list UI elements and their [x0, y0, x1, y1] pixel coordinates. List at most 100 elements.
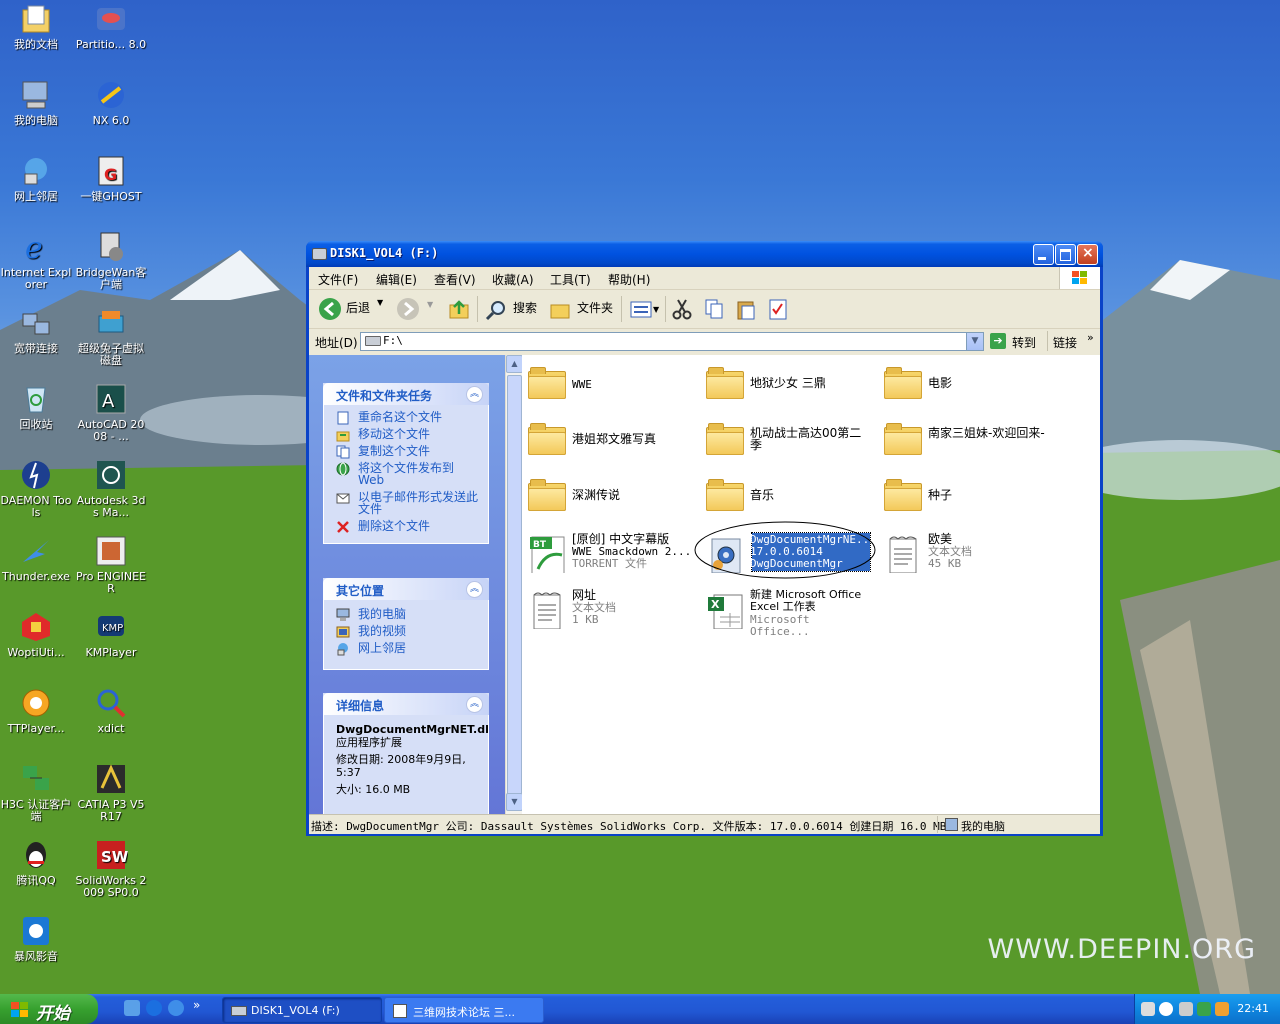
desktop-icon-daemon-tools[interactable]: DAEMON Tools: [0, 458, 72, 519]
back-button[interactable]: 后退 ▼: [317, 294, 385, 324]
taskbar-task-browser[interactable]: 三维网技术论坛 三...: [384, 997, 544, 1023]
details-header[interactable]: 详细信息 ︽: [323, 693, 489, 715]
maximize-button[interactable]: [1055, 244, 1076, 265]
scroll-up-button[interactable]: ▲: [506, 355, 523, 373]
svg-text:SW: SW: [101, 848, 128, 866]
go-button[interactable]: ➔ 转到: [988, 331, 1044, 351]
desktop-icon-ie[interactable]: e Internet Explorer: [0, 230, 72, 291]
search-button[interactable]: 搜索: [483, 294, 541, 324]
tray-network-icon[interactable]: [1197, 1002, 1211, 1016]
desktop-icon-solidworks[interactable]: SW SolidWorks 2009 SP0.0: [75, 838, 147, 899]
window-titlebar[interactable]: DISK1_VOL4 (F:) ×: [306, 241, 1103, 267]
desktop-icon-thunder[interactable]: Thunder.exe: [0, 534, 72, 583]
address-dropdown-button[interactable]: ▼: [966, 333, 983, 350]
text-file-item[interactable]: 欧美 文本文档 45 KB: [878, 529, 1048, 579]
desktop-icon-partition-magic[interactable]: Partitio... 8.0: [75, 2, 147, 51]
dll-file-item-selected[interactable]: DwgDocumentMgrNE... 17.0.0.6014 DwgDocum…: [694, 521, 876, 579]
menu-view[interactable]: 查看(V): [434, 271, 476, 288]
folder-item[interactable]: 机动战士高达00第二季: [700, 417, 870, 467]
folder-item[interactable]: WWE: [522, 361, 692, 411]
text-file-item[interactable]: 网址 文本文档 1 KB: [522, 585, 692, 635]
folder-item[interactable]: 电影: [878, 361, 1048, 411]
desktop-icon-my-computer[interactable]: 我的电脑: [0, 78, 72, 127]
tray-arrow-icon[interactable]: [1159, 1002, 1173, 1016]
quicklaunch-media-icon[interactable]: [168, 1000, 184, 1016]
menu-favorites[interactable]: 收藏(A): [492, 271, 534, 288]
menu-file[interactable]: 文件(F): [318, 271, 358, 288]
desktop-icon-kmplayer[interactable]: KMP KMPlayer: [75, 610, 147, 659]
paste-button[interactable]: [735, 298, 757, 320]
desktop-icon-3dsmax[interactable]: Autodesk 3ds Ma...: [75, 458, 147, 519]
folders-button[interactable]: 文件夹: [547, 294, 613, 324]
cut-button[interactable]: [671, 298, 693, 320]
folder-item[interactable]: 港姐郑文雅写真: [522, 417, 692, 467]
folder-item[interactable]: 音乐: [700, 473, 870, 523]
task-copy[interactable]: 复制这个文件: [336, 445, 480, 459]
views-button[interactable]: ▼: [629, 298, 661, 320]
scroll-thumb[interactable]: [507, 375, 522, 797]
folder-item[interactable]: 南家三姐妹-欢迎回来-: [878, 417, 1048, 467]
desktop-icon-rabbit-disk[interactable]: 超级兔子虚拟磁盘: [75, 306, 147, 367]
taskbar-task-explorer[interactable]: DISK1_VOL4 (F:): [222, 997, 382, 1023]
desktop-icon-bridgewan[interactable]: BridgeWan客户端: [75, 230, 147, 291]
minimize-button[interactable]: [1033, 244, 1054, 265]
task-publish-web[interactable]: 将这个文件发布到 Web: [336, 462, 480, 486]
desktop-icon-nx[interactable]: NX 6.0: [75, 78, 147, 127]
menu-tools[interactable]: 工具(T): [550, 271, 591, 288]
desktop-icon-broadband[interactable]: 宽带连接: [0, 306, 72, 355]
up-folder-button[interactable]: [448, 298, 470, 320]
place-network[interactable]: 网上邻居: [336, 642, 480, 656]
h3c-icon: [19, 762, 53, 796]
hand-drawn-circle-annotation: [694, 521, 876, 579]
links-button[interactable]: 链接: [1053, 334, 1077, 351]
desktop-icon-recycle-bin[interactable]: 回收站: [0, 382, 72, 431]
quicklaunch-more-icon[interactable]: »: [193, 998, 200, 1012]
tray-document-icon[interactable]: [1179, 1002, 1193, 1016]
task-delete[interactable]: 删除这个文件: [336, 520, 480, 533]
desktop-icon-xdict[interactable]: xdict: [75, 686, 147, 735]
desktop-icon-autocad[interactable]: A AutoCAD 2008 - ...: [75, 382, 147, 443]
quicklaunch-desktop-icon[interactable]: [124, 1000, 140, 1016]
start-button[interactable]: 开始: [0, 994, 98, 1024]
task-move[interactable]: 移动这个文件: [336, 428, 480, 442]
task-rename[interactable]: 重命名这个文件: [336, 411, 480, 425]
address-input[interactable]: F:\ ▼: [360, 332, 984, 351]
other-places-header[interactable]: 其它位置 ︽: [323, 578, 489, 600]
excel-file-item[interactable]: X 新建 Microsoft Office Excel 工作表 Microsof…: [700, 585, 870, 638]
desktop-icon-network-places[interactable]: 网上邻居: [0, 154, 72, 203]
place-my-videos[interactable]: 我的视频: [336, 625, 480, 638]
collapse-icon[interactable]: ︽: [466, 696, 483, 713]
clock[interactable]: 22:41: [1237, 1002, 1269, 1015]
properties-button[interactable]: [767, 298, 789, 320]
desktop-icon-qq[interactable]: 腾讯QQ: [0, 838, 72, 887]
torrent-file-item[interactable]: BT [原创] 中文字幕版 WWE Smackdown 2... TORRENT…: [522, 529, 692, 579]
ie-icon: e: [19, 230, 53, 266]
tray-keyboard-icon[interactable]: [1141, 1002, 1155, 1016]
left-pane-scrollbar[interactable]: ▲ ▼: [505, 355, 523, 825]
collapse-icon[interactable]: ︽: [466, 581, 483, 598]
desktop-icon-ghost[interactable]: G 一键GHOST: [75, 154, 147, 203]
file-tasks-header[interactable]: 文件和文件夹任务 ︽: [323, 383, 489, 405]
close-button[interactable]: ×: [1077, 244, 1098, 265]
folder-item[interactable]: 种子: [878, 473, 1048, 523]
quicklaunch-ie-icon[interactable]: [146, 1000, 162, 1016]
desktop-icon-my-documents[interactable]: 我的文档: [0, 2, 72, 51]
forward-button[interactable]: [397, 298, 419, 320]
desktop-icon-ttplayer[interactable]: TTPlayer...: [0, 686, 72, 735]
task-email[interactable]: 以电子邮件形式发送此文件: [336, 491, 480, 515]
desktop-icon-pro-engineer[interactable]: Pro ENGINEER: [75, 534, 147, 595]
desktop-icon-baofeng[interactable]: 暴风影音: [0, 914, 72, 963]
copy-button[interactable]: [703, 298, 725, 320]
menu-edit[interactable]: 编辑(E): [376, 271, 417, 288]
tray-umbrella-icon[interactable]: [1215, 1002, 1229, 1016]
desktop-icon-catia[interactable]: CATIA P3 V5R17: [75, 762, 147, 823]
desktop-icon-wopti[interactable]: WoptiUti...: [0, 610, 72, 659]
folder-item[interactable]: 深渊传说: [522, 473, 692, 523]
scroll-down-button[interactable]: ▼: [506, 793, 523, 811]
folder-item[interactable]: 地狱少女 三鼎: [700, 361, 870, 411]
collapse-icon[interactable]: ︽: [466, 386, 483, 403]
links-chevron-icon[interactable]: »: [1087, 331, 1094, 344]
place-my-computer[interactable]: 我的电脑: [336, 608, 480, 621]
desktop-icon-h3c[interactable]: H3C 认证客户端: [0, 762, 72, 823]
menu-help[interactable]: 帮助(H): [608, 271, 650, 288]
